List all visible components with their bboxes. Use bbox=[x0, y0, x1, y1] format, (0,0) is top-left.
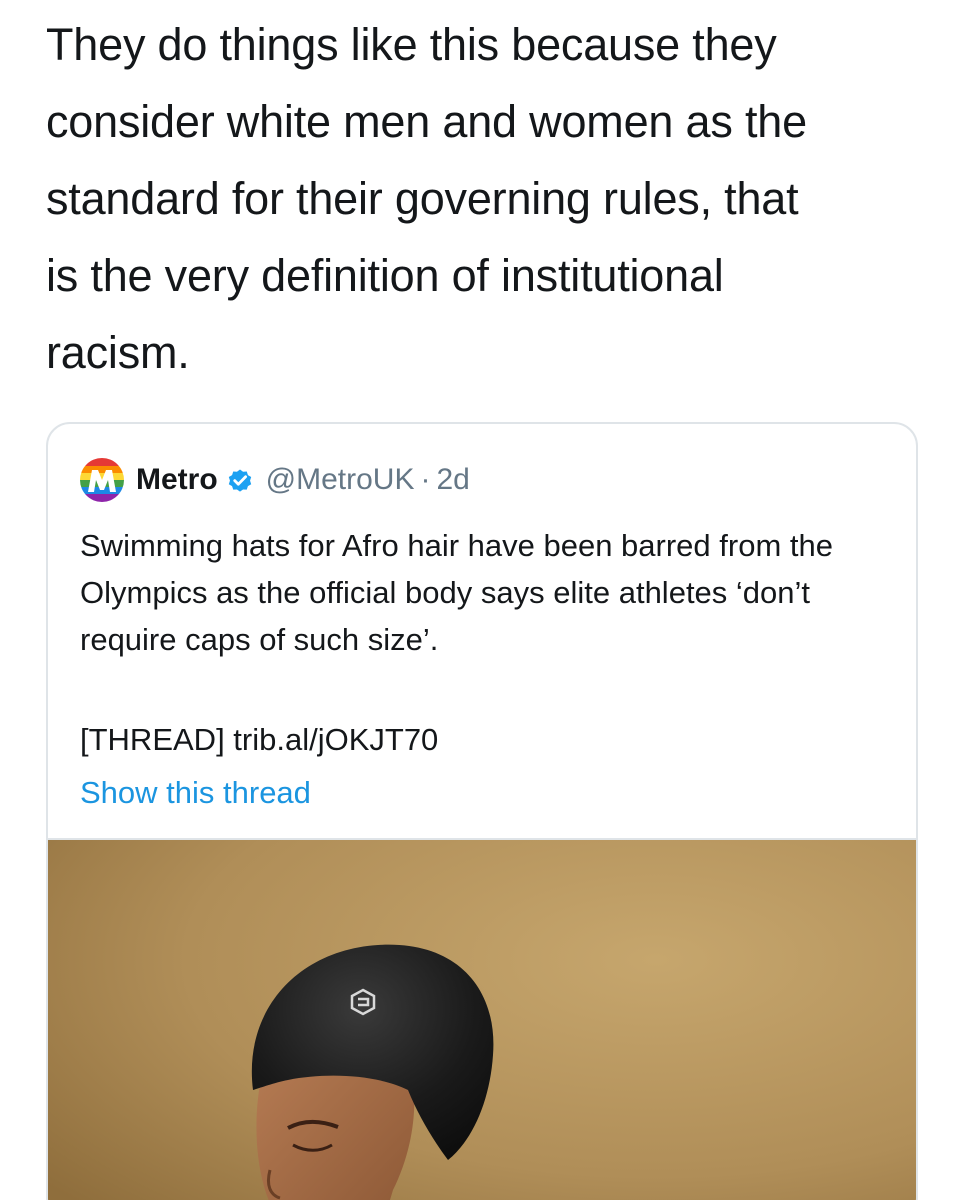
tweet-timestamp[interactable]: 2d bbox=[437, 463, 470, 497]
quoted-tweet-header: Metro @MetroUK · 2d bbox=[80, 458, 470, 502]
quoted-tweet-card[interactable]: Metro @MetroUK · 2d Swimming hats for Af… bbox=[46, 422, 918, 1200]
tweet-text: They do things like this because they co… bbox=[46, 19, 807, 378]
rainbow-logo-icon bbox=[80, 458, 124, 502]
show-thread-link[interactable]: Show this thread bbox=[80, 769, 311, 816]
verified-badge-icon bbox=[228, 469, 251, 492]
author-handle[interactable]: @MetroUK bbox=[266, 463, 415, 497]
quoted-tweet-body: Swimming hats for Afro hair have been ba… bbox=[80, 528, 833, 657]
thread-link-text: [THREAD] trib.al/jOKJT70 bbox=[80, 722, 439, 757]
swimmer-photo-image bbox=[48, 840, 916, 1200]
author-name[interactable]: Metro bbox=[136, 463, 218, 497]
header-separator: · bbox=[420, 463, 431, 496]
page: They do things like this because they co… bbox=[0, 0, 964, 1200]
metro-avatar[interactable] bbox=[80, 458, 124, 502]
tweet-media-photo[interactable] bbox=[48, 838, 916, 1200]
